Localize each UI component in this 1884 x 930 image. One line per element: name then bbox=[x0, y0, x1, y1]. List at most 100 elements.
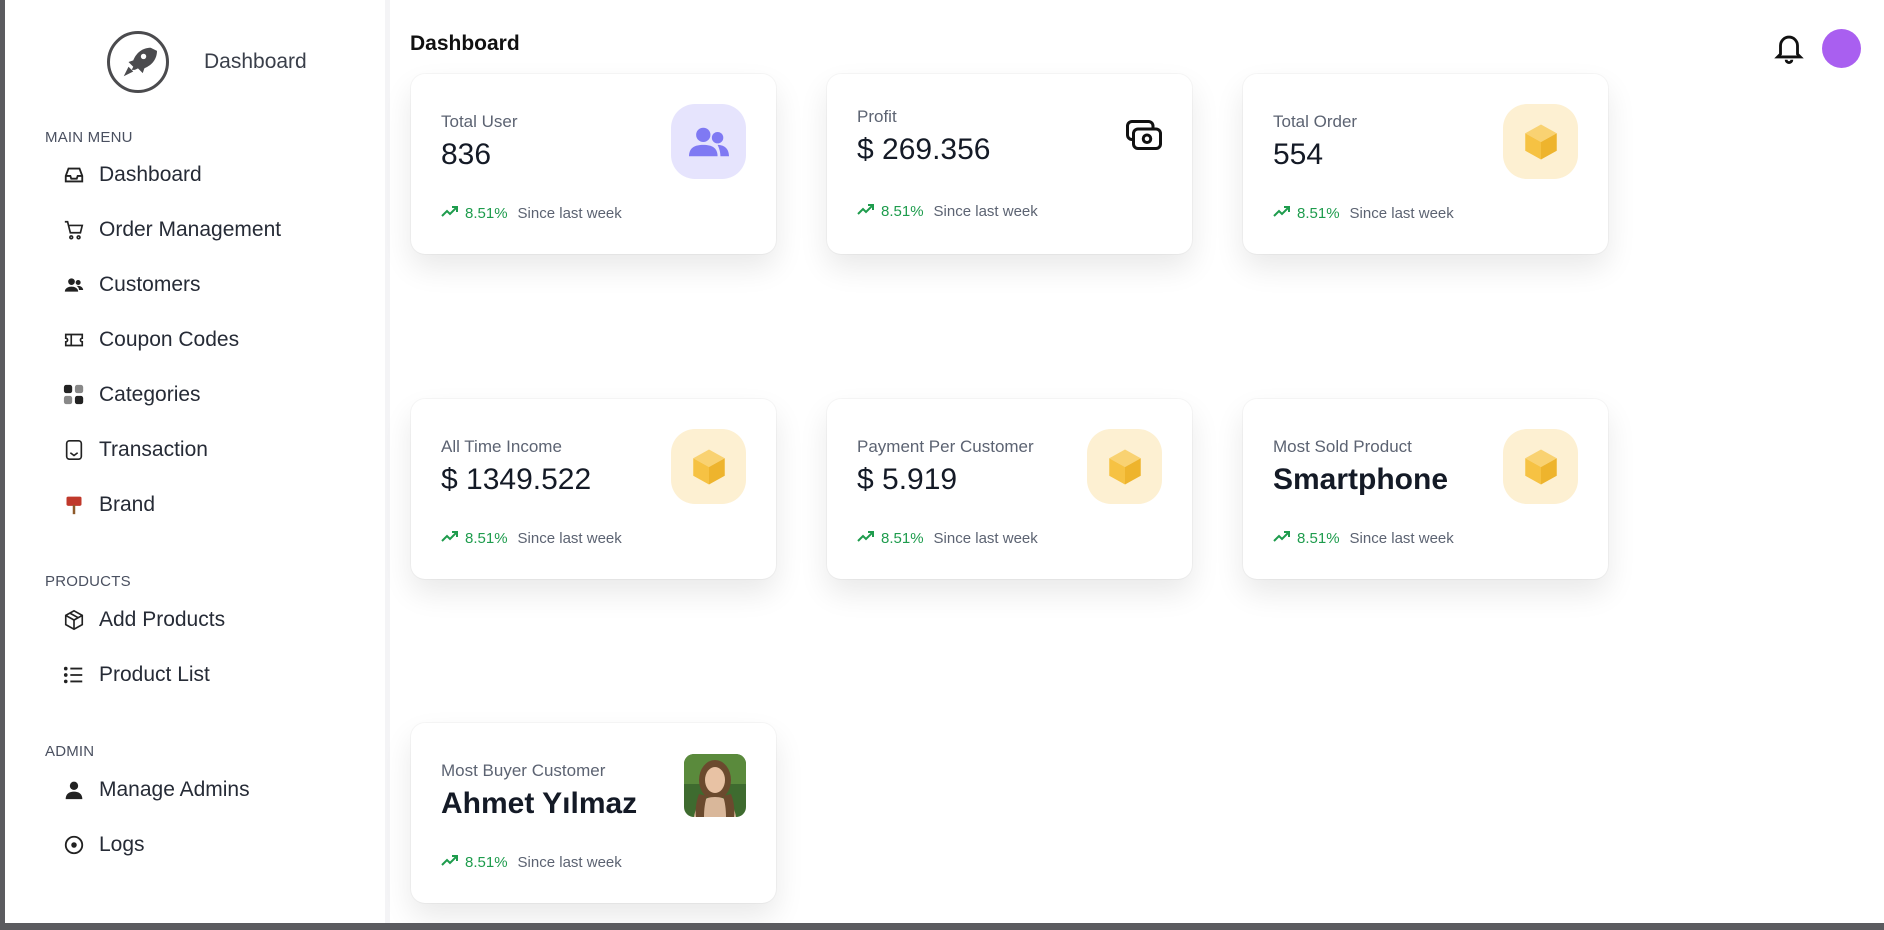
trend-since: Since last week bbox=[517, 529, 622, 547]
stat-card-all-time-income: All Time Income $ 1349.522 8.51% Since l… bbox=[411, 399, 776, 579]
trend-percent: 8.51% bbox=[465, 204, 508, 222]
card-label: Total Order bbox=[1273, 112, 1358, 131]
section-label-admin: ADMIN bbox=[45, 743, 95, 760]
cart-icon bbox=[62, 218, 86, 242]
card-label: Profit bbox=[857, 107, 897, 126]
card-value: 836 bbox=[441, 138, 492, 171]
users-icon bbox=[62, 273, 86, 297]
stat-card-payment-per-customer: Payment Per Customer $ 5.919 8.51% Since… bbox=[827, 399, 1192, 579]
trend-indicator: 8.51% Since last week bbox=[1273, 529, 1454, 547]
trend-since: Since last week bbox=[517, 204, 622, 222]
sidebar-item-transaction[interactable]: Transaction bbox=[62, 432, 208, 468]
section-label-products: PRODUCTS bbox=[45, 573, 131, 590]
list-icon bbox=[62, 663, 86, 687]
sidebar-item-label: Manage Admins bbox=[99, 778, 250, 801]
sidebar-item-label: Transaction bbox=[99, 438, 208, 461]
signpost-icon bbox=[62, 493, 86, 517]
brand[interactable]: Dashboard bbox=[107, 30, 307, 94]
stat-card-total-order: Total Order 554 8.51% Since last week bbox=[1243, 74, 1608, 254]
cube-icon bbox=[1087, 429, 1162, 504]
cube-icon bbox=[1503, 104, 1578, 179]
brand-title: Dashboard bbox=[204, 50, 307, 73]
trend-indicator: 8.51% Since last week bbox=[441, 204, 622, 222]
trend-up-icon bbox=[441, 529, 459, 547]
trend-since: Since last week bbox=[1349, 204, 1454, 222]
sidebar-item-label: Add Products bbox=[99, 608, 226, 631]
trend-since: Since last week bbox=[517, 853, 622, 871]
bell-icon[interactable] bbox=[1772, 29, 1806, 65]
sidebar-item-categories[interactable]: Categories bbox=[62, 377, 201, 413]
trend-indicator: 8.51% Since last week bbox=[1273, 204, 1454, 222]
trend-up-icon bbox=[1273, 204, 1291, 222]
trend-percent: 8.51% bbox=[465, 529, 508, 547]
sidebar-item-label: Coupon Codes bbox=[99, 328, 240, 351]
box-icon bbox=[62, 608, 86, 632]
trend-percent: 8.51% bbox=[1297, 529, 1340, 547]
trend-up-icon bbox=[441, 204, 459, 222]
trend-up-icon bbox=[857, 202, 875, 220]
trend-indicator: 8.51% Since last week bbox=[857, 529, 1038, 547]
section-label-main-menu: MAIN MENU bbox=[45, 129, 133, 146]
sidebar-item-label: Dashboard bbox=[99, 163, 202, 186]
money-icon bbox=[1126, 120, 1162, 155]
window-bottom-edge bbox=[0, 923, 1884, 930]
trend-percent: 8.51% bbox=[465, 853, 508, 871]
trend-since: Since last week bbox=[1349, 529, 1454, 547]
stat-card-most-sold-product: Most Sold Product Smartphone 8.51% Since… bbox=[1243, 399, 1608, 579]
cube-icon bbox=[671, 429, 746, 504]
card-value: $ 1349.522 bbox=[441, 463, 592, 496]
sidebar-item-label: Customers bbox=[99, 273, 201, 296]
card-value: 554 bbox=[1273, 138, 1324, 171]
sidebar-item-manage-admins[interactable]: Manage Admins bbox=[62, 772, 250, 808]
trend-indicator: 8.51% Since last week bbox=[441, 853, 622, 871]
card-value: $ 269.356 bbox=[857, 133, 991, 166]
clock-icon bbox=[62, 833, 86, 857]
trend-since: Since last week bbox=[933, 202, 1038, 220]
user-avatar[interactable] bbox=[1822, 29, 1861, 68]
customer-photo bbox=[684, 754, 746, 817]
sidebar-item-label: Logs bbox=[99, 833, 145, 856]
sidebar-item-brand[interactable]: Brand bbox=[62, 487, 155, 523]
grid-icon bbox=[62, 383, 86, 407]
page-title: Dashboard bbox=[410, 32, 520, 55]
sidebar-item-label: Product List bbox=[99, 663, 210, 686]
users-icon bbox=[671, 104, 746, 179]
trend-since: Since last week bbox=[933, 529, 1038, 547]
sidebar-item-logs[interactable]: Logs bbox=[62, 827, 145, 863]
rocket-logo-icon bbox=[107, 31, 169, 93]
receipt-icon bbox=[62, 438, 86, 462]
card-label: Payment Per Customer bbox=[857, 437, 1034, 456]
stat-card-most-buyer-customer: Most Buyer Customer Ahmet Yılmaz 8.51% S… bbox=[411, 723, 776, 903]
sidebar-item-label: Order Management bbox=[99, 218, 282, 241]
trend-up-icon bbox=[1273, 529, 1291, 547]
sidebar-item-customers[interactable]: Customers bbox=[62, 267, 201, 303]
trend-up-icon bbox=[441, 853, 459, 871]
card-label: Most Buyer Customer bbox=[441, 761, 606, 780]
sidebar-item-dashboard[interactable]: Dashboard bbox=[62, 157, 202, 193]
cube-icon bbox=[1503, 429, 1578, 504]
trend-percent: 8.51% bbox=[881, 529, 924, 547]
trend-up-icon bbox=[857, 529, 875, 547]
person-icon bbox=[62, 778, 86, 802]
card-label: All Time Income bbox=[441, 437, 562, 456]
sidebar-item-product-list[interactable]: Product List bbox=[62, 657, 210, 693]
card-label: Most Sold Product bbox=[1273, 437, 1412, 456]
card-value: Smartphone bbox=[1273, 463, 1449, 496]
trend-indicator: 8.51% Since last week bbox=[857, 202, 1038, 220]
sidebar: Dashboard MAIN MENU Dashboard Order Mana… bbox=[5, 0, 390, 923]
stat-card-total-user: Total User 836 8.51% Since last week bbox=[411, 74, 776, 254]
card-value: Ahmet Yılmaz bbox=[441, 787, 638, 820]
trend-indicator: 8.51% Since last week bbox=[441, 529, 622, 547]
sidebar-item-order-management[interactable]: Order Management bbox=[62, 212, 281, 248]
sidebar-item-label: Categories bbox=[99, 383, 201, 406]
sidebar-item-coupon-codes[interactable]: Coupon Codes bbox=[62, 322, 239, 358]
sidebar-item-label: Brand bbox=[99, 493, 156, 516]
trend-percent: 8.51% bbox=[881, 202, 924, 220]
app-window: Dashboard MAIN MENU Dashboard Order Mana… bbox=[5, 0, 1884, 923]
ticket-icon bbox=[62, 328, 86, 352]
trend-percent: 8.51% bbox=[1297, 204, 1340, 222]
stat-card-profit: Profit $ 269.356 8.51% Since last week bbox=[827, 74, 1192, 254]
card-label: Total User bbox=[441, 112, 518, 131]
sidebar-item-add-products[interactable]: Add Products bbox=[62, 602, 225, 638]
inbox-icon bbox=[62, 163, 86, 187]
